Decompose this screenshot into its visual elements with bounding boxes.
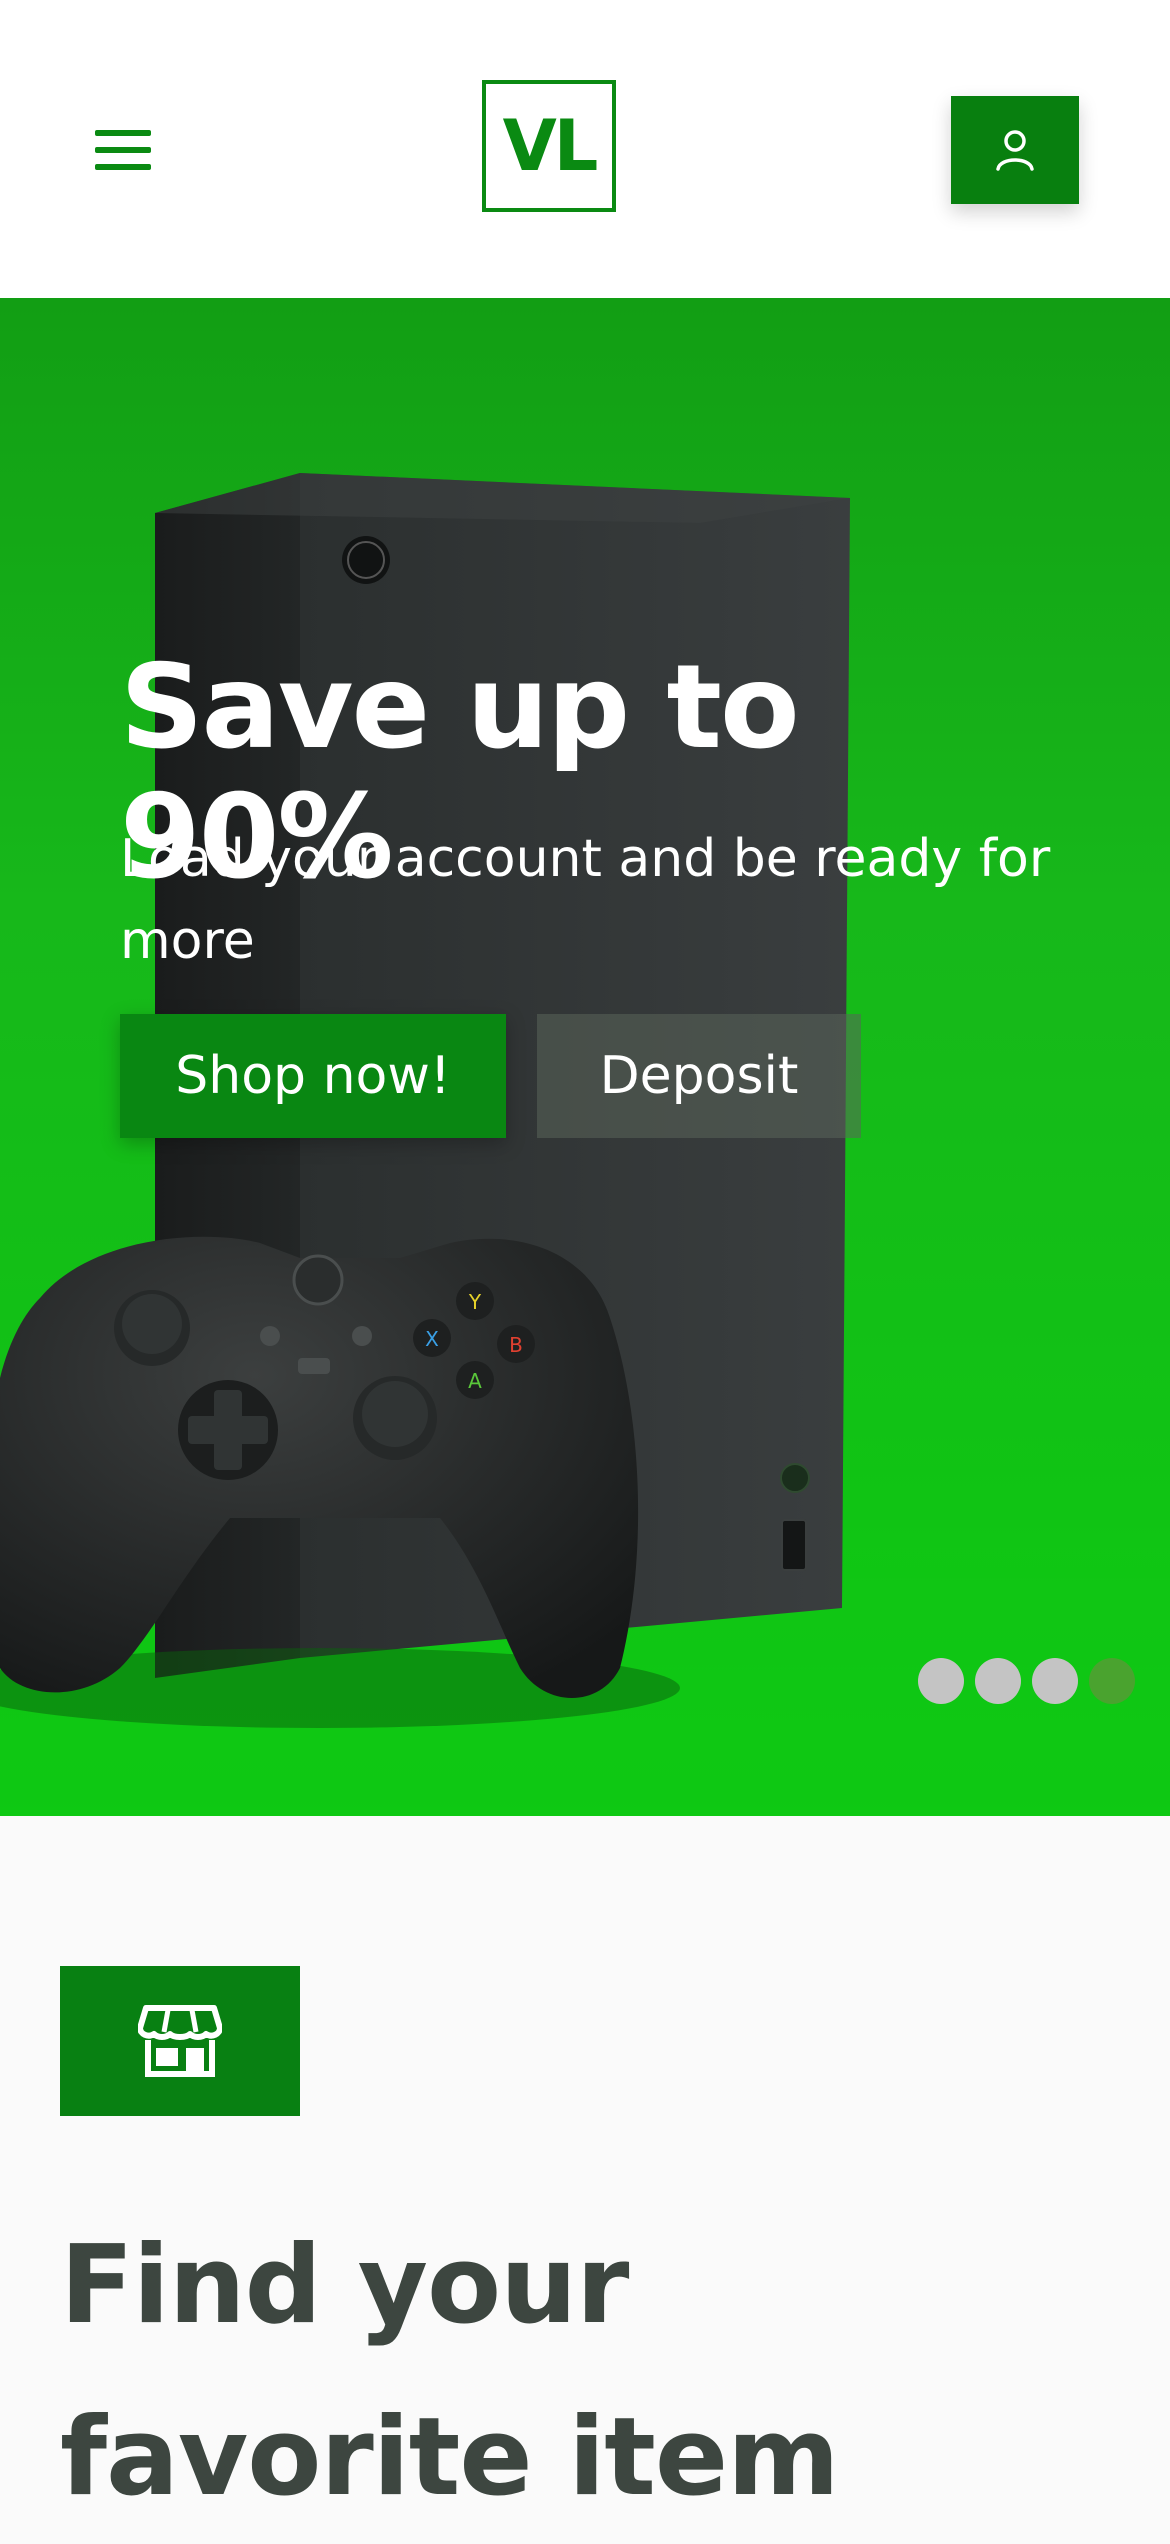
carousel-dot-2[interactable] — [975, 1658, 1021, 1704]
account-button[interactable] — [951, 96, 1079, 204]
user-icon — [996, 130, 1034, 171]
shop-now-button[interactable]: Shop now! — [120, 1014, 506, 1138]
carousel-dot-3[interactable] — [1032, 1658, 1078, 1704]
site-logo[interactable]: VL — [482, 80, 616, 212]
top-header: VL — [0, 0, 1170, 298]
hero-subtitle: Load your account and be ready for more — [120, 829, 1051, 971]
deposit-button[interactable]: Deposit — [537, 1014, 861, 1138]
logo-text: VL — [502, 105, 599, 187]
svg-text:Y: Y — [468, 1290, 482, 1314]
svg-text:B: B — [509, 1333, 523, 1357]
store-icon — [138, 2005, 222, 2077]
store-badge — [60, 1966, 300, 2116]
svg-text:X: X — [425, 1327, 439, 1351]
carousel-dot-1[interactable] — [918, 1658, 964, 1704]
section-title: Find your favorite item — [60, 2223, 840, 2520]
carousel-dot-4[interactable] — [1089, 1658, 1135, 1704]
hamburger-menu-icon[interactable] — [95, 130, 151, 170]
svg-text:A: A — [468, 1369, 482, 1393]
hero-banner: Y B X A Save up to 90% Load your account… — [0, 298, 1170, 1816]
